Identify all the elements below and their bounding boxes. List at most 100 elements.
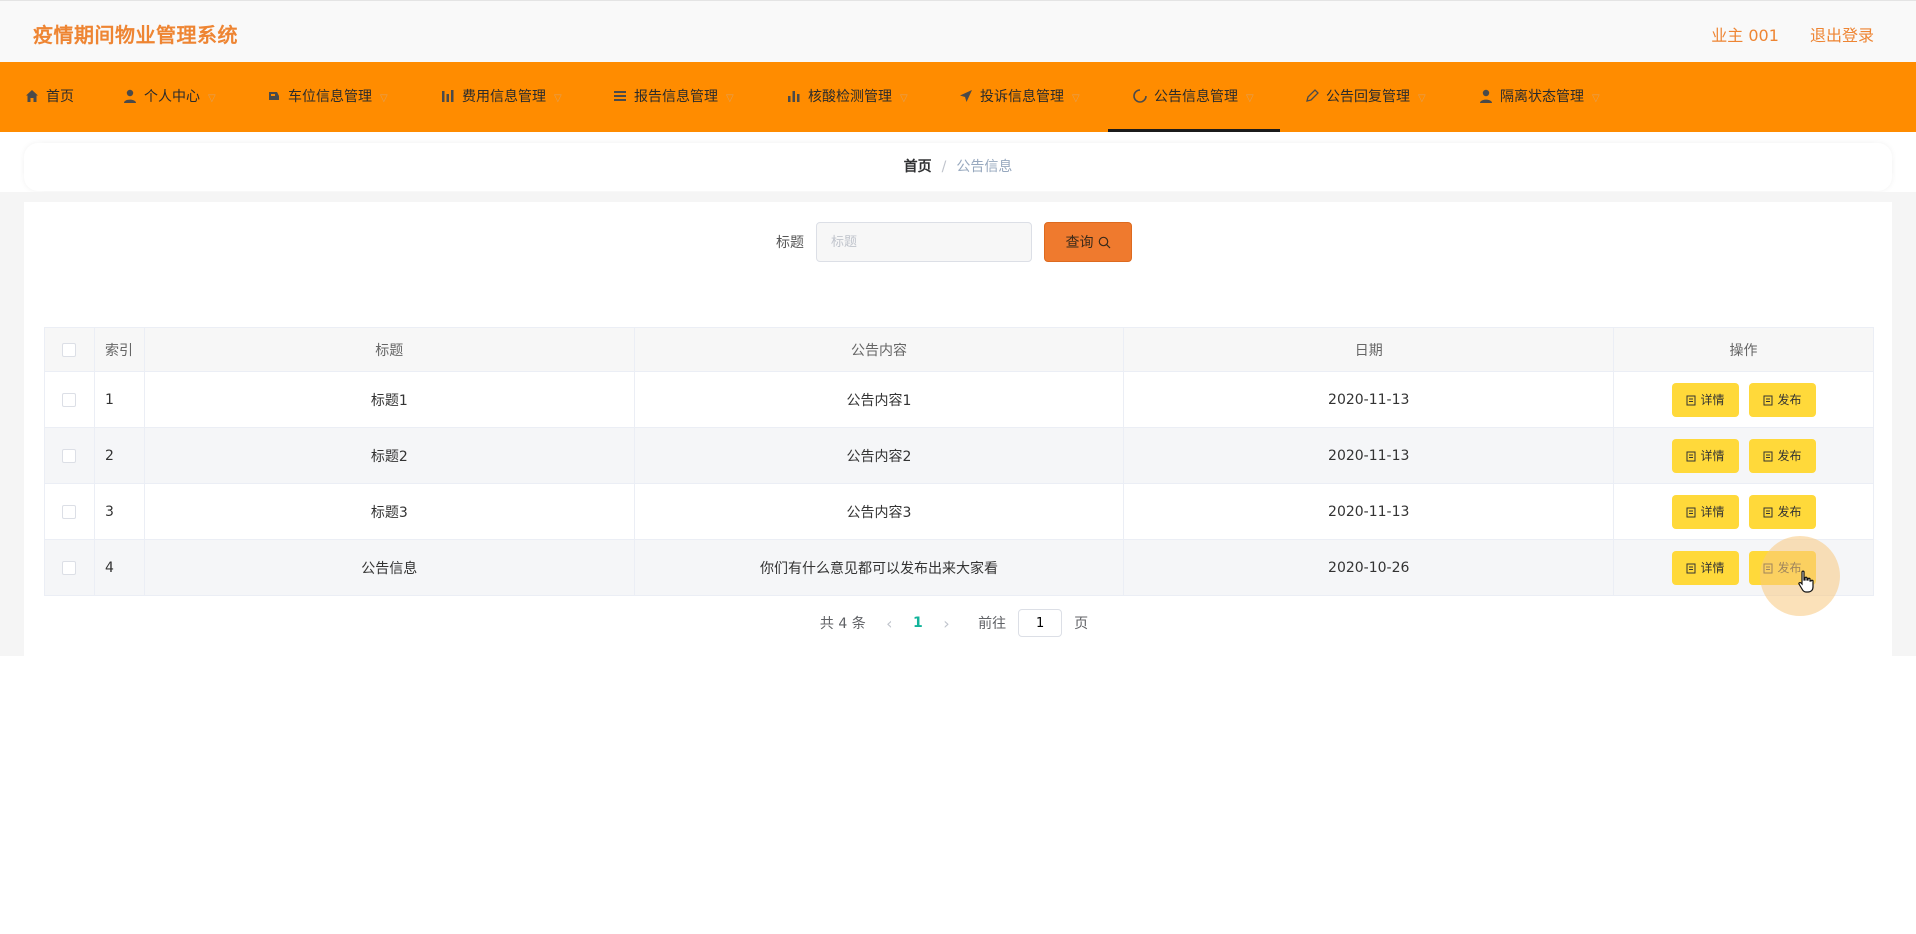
page-number-current[interactable]: 1 — [913, 615, 923, 631]
row-checkbox[interactable] — [62, 448, 77, 463]
detail-button[interactable]: 详情 — [1671, 382, 1739, 419]
document-icon — [1686, 441, 1696, 475]
table-row: 3 标题3 公告内容3 2020-11-13 详情 发布 — [44, 483, 1874, 540]
chevron-down-icon: ▽ — [900, 93, 908, 104]
nav-item-parking[interactable]: 车位信息管理 ▽ — [266, 62, 388, 132]
edit-icon — [1304, 65, 1320, 102]
loading-icon — [1132, 65, 1148, 103]
cell-index: 4 — [93, 539, 145, 596]
cell-content: 公告内容3 — [633, 483, 1125, 540]
app-title: 疫情期间物业管理系统 — [33, 23, 238, 47]
cell-title: 标题1 — [143, 371, 635, 428]
cell-content: 你们有什么意见都可以发布出来大家看 — [633, 539, 1125, 596]
document-icon — [1763, 553, 1773, 587]
detail-button[interactable]: 详情 — [1671, 494, 1739, 531]
breadcrumb-current: 公告信息 — [956, 159, 1013, 175]
chevron-down-icon: ▽ — [1072, 93, 1080, 104]
search-label: 标题 — [776, 235, 804, 251]
chevron-down-icon: ▽ — [554, 93, 562, 104]
select-all-cell — [44, 327, 95, 372]
user-name[interactable]: 业主 001 — [1711, 26, 1779, 45]
table-row: 2 标题2 公告内容2 2020-11-13 详情 发布 — [44, 427, 1874, 484]
search-button[interactable]: 查询 — [1044, 222, 1132, 262]
nav-item-nucleic-test[interactable]: 核酸检测管理 ▽ — [786, 62, 908, 132]
search-input[interactable] — [816, 222, 1032, 262]
select-all-checkbox[interactable] — [62, 342, 77, 357]
cell-title: 标题3 — [143, 483, 635, 540]
stats-icon — [786, 65, 802, 102]
document-icon — [1763, 441, 1773, 475]
publish-button[interactable]: 发布 — [1748, 382, 1816, 419]
cell-actions: 详情 发布 — [1613, 539, 1874, 596]
nav-item-announcements[interactable]: 公告信息管理 ▽ — [1108, 62, 1280, 132]
nav-item-reports[interactable]: 报告信息管理 ▽ — [612, 62, 734, 132]
nav-label: 个人中心 — [144, 89, 200, 105]
chevron-down-icon: ▽ — [380, 93, 388, 104]
cell-title: 公告信息 — [143, 539, 635, 596]
publish-label: 发布 — [1777, 504, 1802, 519]
nav-item-personal-center[interactable]: 个人中心 ▽ — [122, 62, 216, 132]
main-nav: 首页 个人中心 ▽ 车位信息管理 ▽ 费用信息管理 ▽ 报告信息管理 ▽ 核酸检测管理 ▽… — [0, 62, 1916, 132]
detail-button[interactable]: 详情 — [1671, 550, 1739, 587]
header-content: 公告内容 — [633, 327, 1125, 372]
row-checkbox[interactable] — [62, 392, 77, 407]
cell-date: 2020-10-26 — [1123, 539, 1615, 596]
nav-label: 投诉信息管理 — [980, 89, 1064, 105]
cell-date: 2020-11-13 — [1123, 483, 1615, 540]
nav-label: 隔离状态管理 — [1500, 89, 1584, 105]
publish-label: 发布 — [1777, 392, 1802, 407]
breadcrumb: 首页 / 公告信息 — [24, 143, 1892, 191]
header-title: 标题 — [143, 327, 635, 372]
detail-label: 详情 — [1700, 448, 1725, 463]
chevron-down-icon: ▽ — [726, 93, 734, 104]
chevron-left-icon[interactable]: ‹ — [886, 614, 892, 633]
nav-item-quarantine[interactable]: 隔离状态管理 ▽ — [1478, 62, 1600, 132]
table-header-row: 索引 标题 公告内容 日期 操作 — [44, 327, 1874, 372]
cell-content: 公告内容1 — [633, 371, 1125, 428]
pagination-total: 共 4 条 — [819, 616, 866, 632]
search-icon — [1098, 236, 1111, 253]
header-index: 索引 — [93, 327, 145, 372]
chevron-down-icon: ▽ — [1246, 93, 1254, 104]
document-icon — [1763, 385, 1773, 419]
publish-label: 发布 — [1777, 448, 1802, 463]
user-area: 业主 001 退出登录 — [1685, 22, 1874, 46]
goto-label: 前往 — [978, 616, 1007, 632]
nav-item-home[interactable]: 首页 — [24, 62, 74, 132]
breadcrumb-home[interactable]: 首页 — [904, 159, 932, 175]
send-icon — [958, 65, 974, 102]
row-checkbox[interactable] — [62, 504, 77, 519]
nav-item-announcement-replies[interactable]: 公告回复管理 ▽ — [1304, 62, 1426, 132]
document-icon — [1763, 497, 1773, 531]
announcement-table: 索引 标题 公告内容 日期 操作 1 标题1 公告内容1 2020-11-13 … — [44, 327, 1874, 596]
publish-label: 发布 — [1777, 560, 1802, 575]
breadcrumb-separator: / — [941, 159, 947, 175]
detail-label: 详情 — [1700, 392, 1725, 407]
publish-button[interactable]: 发布 — [1748, 494, 1816, 531]
nav-item-fees[interactable]: 费用信息管理 ▽ — [440, 62, 562, 132]
cell-date: 2020-11-13 — [1123, 427, 1615, 484]
top-header: 疫情期间物业管理系统 业主 001 退出登录 — [0, 0, 1916, 62]
user-icon — [122, 65, 138, 103]
publish-button[interactable]: 发布 — [1748, 438, 1816, 475]
bar-chart-icon — [440, 65, 456, 102]
nav-item-complaints[interactable]: 投诉信息管理 ▽ — [958, 62, 1080, 132]
goto-page-input[interactable] — [1018, 609, 1063, 637]
list-icon — [612, 65, 628, 101]
cell-title: 标题2 — [143, 427, 635, 484]
logout-link[interactable]: 退出登录 — [1810, 26, 1874, 45]
document-icon — [1686, 497, 1696, 531]
table-row: 4 公告信息 你们有什么意见都可以发布出来大家看 2020-10-26 详情 发布 — [44, 539, 1874, 596]
pagination: 共 4 条 ‹ 1 › 前往 页 — [0, 609, 1916, 637]
cell-actions: 详情 发布 — [1613, 427, 1874, 484]
publish-button[interactable]: 发布 — [1748, 550, 1816, 587]
document-icon — [1686, 385, 1696, 419]
chevron-down-icon: ▽ — [208, 93, 216, 104]
nav-label: 公告信息管理 — [1154, 89, 1238, 105]
detail-button[interactable]: 详情 — [1671, 438, 1739, 475]
person-icon — [1478, 65, 1494, 103]
cell-date: 2020-11-13 — [1123, 371, 1615, 428]
document-icon — [1686, 553, 1696, 587]
row-checkbox[interactable] — [62, 560, 77, 575]
chevron-right-icon[interactable]: › — [943, 614, 949, 633]
